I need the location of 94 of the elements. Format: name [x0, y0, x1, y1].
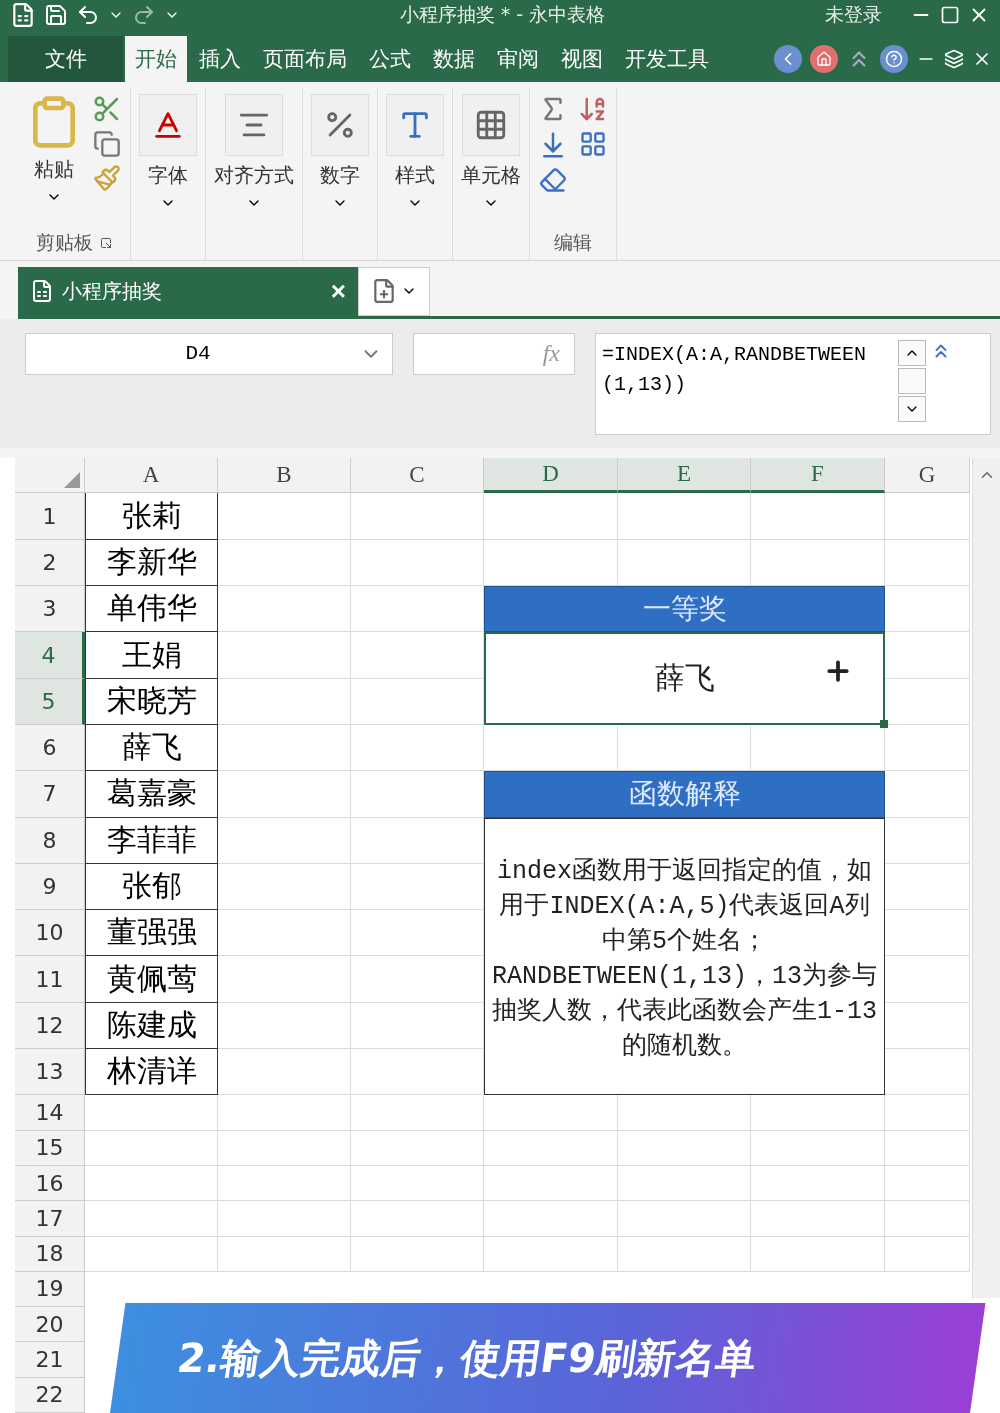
header-cell: 函数解释	[484, 771, 885, 818]
name-cell: 李新华	[85, 539, 218, 587]
row-header[interactable]: 18	[15, 1236, 85, 1272]
column-header[interactable]: B	[218, 458, 351, 494]
row-header[interactable]: 7	[15, 771, 85, 818]
ribbon-label[interactable]: 对齐方式	[214, 161, 294, 189]
scroll-up-button[interactable]	[898, 339, 926, 366]
home-icon[interactable]	[810, 44, 838, 73]
window-title: 小程序抽奖 * - 永中表格	[398, 1, 607, 27]
header-cell: 一等奖	[484, 586, 885, 633]
dialog-launcher-icon[interactable]	[99, 237, 112, 250]
new-file-icon	[371, 278, 397, 305]
row-header[interactable]: 3	[15, 586, 85, 633]
eraser-icon[interactable]	[539, 165, 567, 194]
ribbon-icon-button[interactable]	[139, 93, 197, 156]
row-header[interactable]: 6	[15, 724, 85, 772]
close-tab-button[interactable]: ×	[330, 276, 346, 307]
name-cell: 黄佩莺	[85, 956, 218, 1003]
menu-tab[interactable]: 插入	[189, 35, 251, 82]
scroll-down-button[interactable]	[898, 395, 926, 422]
row-header[interactable]: 17	[15, 1201, 85, 1237]
name-cell: 陈建成	[85, 1002, 218, 1050]
vertical-scrollbar[interactable]	[972, 458, 1000, 1299]
copy-icon[interactable]	[93, 129, 121, 158]
name-cell: 林清详	[85, 1049, 218, 1096]
formula-field[interactable]: =INDEX(A:A,RANDBETWEEN(1,13))	[595, 332, 991, 435]
menu-tab[interactable]: 审阅	[487, 35, 549, 82]
menu-tab[interactable]: 开始	[125, 35, 187, 82]
name-cell: 董强强	[85, 910, 218, 957]
row-header[interactable]: 9	[15, 863, 85, 911]
menu-tab[interactable]: 视图	[551, 35, 613, 82]
name-cell: 葛嘉豪	[85, 771, 218, 818]
row-header[interactable]: 8	[15, 817, 85, 864]
row-header[interactable]: 21	[15, 1342, 85, 1378]
column-header[interactable]: D	[484, 458, 618, 494]
row-header[interactable]: 16	[15, 1165, 85, 1202]
help-icon[interactable]	[880, 44, 908, 73]
row-header[interactable]: 2	[15, 539, 85, 587]
row-header[interactable]: 14	[15, 1095, 85, 1131]
column-header[interactable]: G	[885, 458, 970, 494]
file-menu[interactable]: 文件	[8, 35, 123, 82]
name-box[interactable]: D4	[25, 332, 393, 375]
name-cell: 薛飞	[85, 724, 218, 772]
row-header[interactable]: 10	[15, 910, 85, 957]
new-document-button[interactable]	[358, 267, 430, 316]
group-label: 编辑	[553, 230, 593, 256]
row-header[interactable]: 13	[15, 1049, 85, 1096]
scroll-thumb[interactable]	[898, 367, 926, 394]
row-header[interactable]: 20	[15, 1307, 85, 1343]
column-header[interactable]: A	[85, 458, 218, 494]
ribbon-label[interactable]: 数字	[320, 161, 360, 189]
app-logo-icon	[10, 1, 36, 28]
ribbon-icon-button[interactable]	[311, 93, 369, 156]
caption-banner: 2.输入完成后，使用F9刷新名单	[110, 1303, 986, 1413]
result-cell: 薛飞	[484, 632, 885, 725]
ribbon-label[interactable]: 样式	[395, 161, 435, 189]
menu-tab[interactable]: 公式	[359, 35, 421, 82]
row-header[interactable]: 12	[15, 1002, 85, 1050]
row-header[interactable]: 1	[15, 493, 85, 540]
paste-label[interactable]: 粘贴	[34, 155, 74, 183]
fill-handle[interactable]	[880, 719, 888, 728]
back-icon[interactable]	[774, 44, 802, 73]
name-cell: 宋晓芳	[85, 678, 218, 725]
name-cell: 王娟	[85, 632, 218, 679]
ribbon-icon-button[interactable]	[386, 93, 444, 156]
spreadsheet-icon	[30, 279, 54, 304]
document-tab[interactable]: 小程序抽奖 ×	[18, 267, 358, 316]
column-header[interactable]: F	[751, 458, 885, 494]
row-header[interactable]: 19	[15, 1271, 85, 1308]
name-cell: 李菲菲	[85, 817, 218, 864]
menu-tab[interactable]: 页面布局	[253, 35, 357, 82]
name-cell: 张郁	[85, 863, 218, 911]
menu-tab[interactable]: 开发工具	[615, 35, 719, 82]
document-title: 小程序抽奖	[62, 278, 163, 305]
save-icon[interactable]	[44, 2, 68, 27]
ribbon-icon-button[interactable]	[225, 93, 283, 156]
row-header[interactable]: 11	[15, 956, 85, 1003]
note-cell: index函数用于返回指定的值，如用于INDEX(A:A,5)代表返回A列中第5个姓名；RANDBETWEEN(1,13)，13为参与抽奖人数，代表此函数会产生1-13的随机数。	[484, 817, 885, 1096]
row-header[interactable]: 5	[15, 678, 85, 725]
ribbon-icon-button[interactable]	[462, 93, 520, 156]
select-all-icon[interactable]	[64, 472, 80, 489]
ribbon-label[interactable]: 字体	[148, 161, 188, 189]
row-header[interactable]: 4	[15, 632, 85, 679]
login-status[interactable]: 未登录	[825, 1, 882, 28]
menu-tab[interactable]: 数据	[423, 35, 485, 82]
maximize-icon[interactable]	[940, 4, 960, 25]
name-cell: 单伟华	[85, 586, 218, 633]
ribbon-label[interactable]: 单元格	[461, 161, 521, 189]
column-header[interactable]: C	[351, 458, 484, 494]
group-label: 剪贴板	[26, 230, 122, 261]
row-header[interactable]: 15	[15, 1130, 85, 1166]
row-header[interactable]: 22	[15, 1377, 85, 1413]
column-header[interactable]: E	[618, 458, 751, 494]
name-cell: 张莉	[85, 493, 218, 540]
